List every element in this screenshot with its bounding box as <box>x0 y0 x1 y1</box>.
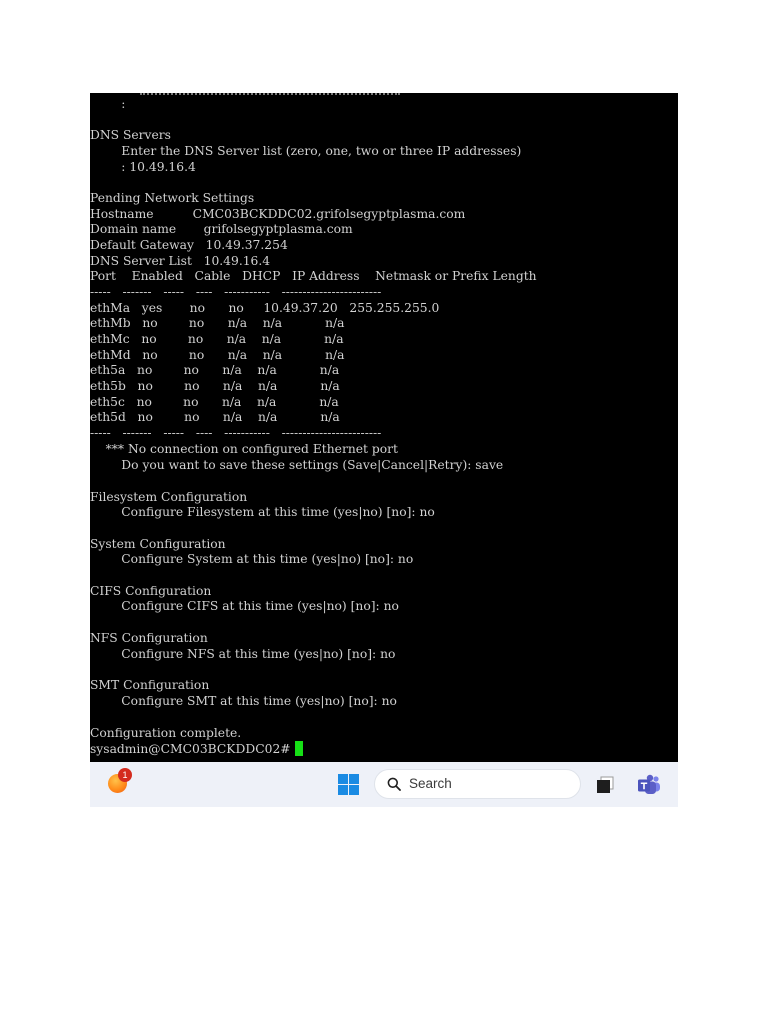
terminal-line: ethMc no no n/a n/a n/a <box>90 332 344 346</box>
terminal-line: Hostname CMC03BCKDDC02.grifolsegyptplasm… <box>90 207 466 221</box>
terminal-line: Do you want to save these settings (Save… <box>90 458 504 472</box>
notification-badge: 1 <box>118 768 132 782</box>
terminal-line: System Configuration <box>90 537 226 551</box>
terminal-line: *** No connection on configured Ethernet… <box>90 442 398 456</box>
terminal-line: NFS Configuration <box>90 631 208 645</box>
terminal-line: : 10.49.16.4 <box>90 160 196 174</box>
terminal-line: ----- ------- ----- ---- ----------- ---… <box>90 426 382 440</box>
terminal-line: Configure System at this time (yes|no) [… <box>90 552 414 566</box>
terminal-line: Default Gateway 10.49.37.254 <box>90 238 288 252</box>
terminal-line: Configuration complete. <box>90 726 242 740</box>
terminal-line: eth5c no no n/a n/a n/a <box>90 395 339 409</box>
terminal-line: Configure CIFS at this time (yes|no) [no… <box>90 599 399 613</box>
terminal-line: eth5d no no n/a n/a n/a <box>90 410 340 424</box>
terminal-line: eth5a no no n/a n/a n/a <box>90 363 340 377</box>
task-view-icon[interactable] <box>595 775 615 795</box>
terminal-line: DNS Servers <box>90 128 171 142</box>
screenshot: : DNS Servers Enter the DNS Server list … <box>90 93 678 807</box>
terminal-line: ethMa yes no no 10.49.37.20 255.255.255.… <box>90 301 440 315</box>
terminal-line: CIFS Configuration <box>90 584 212 598</box>
terminal-line: Configure Filesystem at this time (yes|n… <box>90 505 435 519</box>
notification-app-icon[interactable]: 1 <box>108 768 132 794</box>
terminal-line: Port Enabled Cable DHCP IP Address Netma… <box>90 269 537 283</box>
terminal-line: DNS Server List 10.49.16.4 <box>90 254 271 268</box>
taskbar: 1 Search <box>90 762 678 807</box>
terminal-line: SMT Configuration <box>90 678 210 692</box>
cut-off-text-fragment <box>140 93 400 97</box>
terminal-line: Domain name grifolsegyptplasma.com <box>90 222 353 236</box>
teams-icon[interactable] <box>637 774 661 796</box>
terminal-line: Pending Network Settings <box>90 191 255 205</box>
terminal-window[interactable]: : DNS Servers Enter the DNS Server list … <box>90 93 678 762</box>
terminal-line: ----- ------- ----- ---- ----------- ---… <box>90 285 382 299</box>
terminal-line: ethMd no no n/a n/a n/a <box>90 348 345 362</box>
terminal-line: : <box>90 97 126 111</box>
terminal-line: Filesystem Configuration <box>90 490 248 504</box>
terminal-prompt-line[interactable]: sysadmin@CMC03BCKDDC02# <box>90 741 304 757</box>
terminal-line: eth5b no no n/a n/a n/a <box>90 379 340 393</box>
shell-prompt: sysadmin@CMC03BCKDDC02# <box>90 742 295 756</box>
terminal-line: Configure SMT at this time (yes|no) [no]… <box>90 694 397 708</box>
terminal-line: Configure NFS at this time (yes|no) [no]… <box>90 647 396 661</box>
text-cursor <box>295 741 304 756</box>
search-label: Search <box>409 776 452 791</box>
search-icon <box>387 777 401 791</box>
taskbar-search-box[interactable]: Search <box>374 769 581 799</box>
terminal-line: ethMb no no n/a n/a n/a <box>90 316 345 330</box>
windows-start-icon[interactable] <box>338 774 359 795</box>
terminal-line: Enter the DNS Server list (zero, one, tw… <box>90 144 522 158</box>
